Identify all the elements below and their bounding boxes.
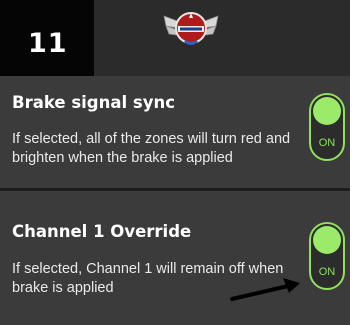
header-bar: 11 bbox=[0, 0, 350, 76]
toggle-state-label: ON bbox=[318, 266, 336, 278]
setting-brake-signal-sync: Brake signal sync If selected, all of th… bbox=[0, 76, 350, 188]
custom-dynamics-logo bbox=[160, 4, 222, 54]
toggle-state-label: ON bbox=[318, 137, 336, 149]
setting-title: Brake signal sync bbox=[12, 93, 175, 112]
toggle-knob bbox=[313, 226, 341, 254]
brake-signal-sync-toggle[interactable]: ON bbox=[309, 93, 345, 161]
step-badge: 11 bbox=[0, 0, 94, 76]
winged-badge-logo-icon bbox=[163, 12, 219, 45]
setting-description: If selected, all of the zones will turn … bbox=[12, 131, 291, 166]
app-screen: 11 Brake signal sync If selected, all of… bbox=[0, 0, 350, 325]
step-number: 11 bbox=[28, 28, 68, 59]
toggle-knob bbox=[313, 97, 341, 125]
annotation-arrow-icon bbox=[228, 276, 304, 306]
channel-1-override-toggle[interactable]: ON bbox=[309, 222, 345, 290]
setting-title: Channel 1 Override bbox=[12, 222, 192, 241]
